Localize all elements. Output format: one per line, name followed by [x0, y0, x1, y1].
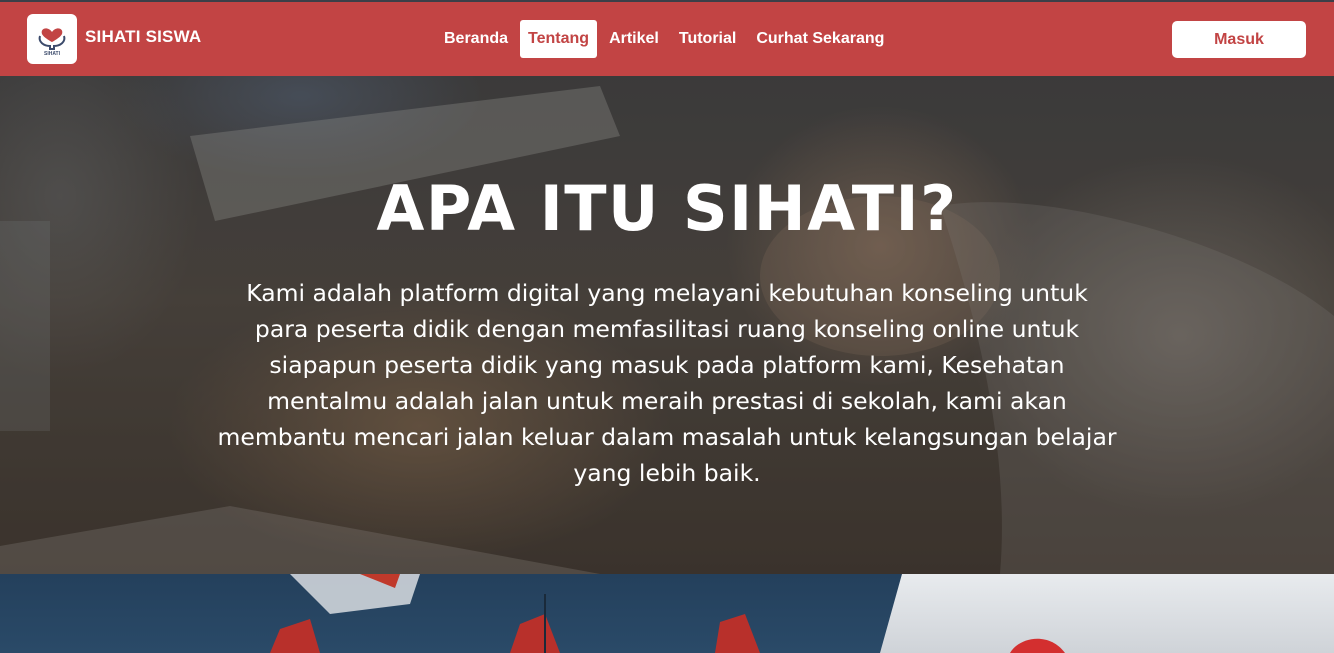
about-hero: APA ITU SIHATI? Kami adalah platform dig… — [0, 76, 1334, 574]
next-section-image — [0, 574, 1334, 653]
main-nav: Beranda Tentang Artikel Tutorial Curhat … — [436, 19, 896, 59]
login-button[interactable]: Masuk — [1172, 21, 1306, 58]
nav-item-tentang[interactable]: Tentang — [520, 20, 598, 58]
hero-description: Kami adalah platform digital yang melaya… — [217, 279, 1117, 487]
brand-name[interactable]: SIHATI SISWA — [85, 27, 201, 47]
red-cap-shape — [1010, 638, 1065, 653]
nav-item-tutorial[interactable]: Tutorial — [671, 20, 744, 58]
navbar: SIHATI SIHATI SISWA Beranda Tentang Arti… — [0, 0, 1334, 76]
nav-item-beranda[interactable]: Beranda — [436, 20, 516, 58]
hero-title: APA ITU SIHATI? — [376, 172, 958, 245]
site-logo[interactable]: SIHATI — [27, 14, 77, 64]
nav-item-curhat-sekarang[interactable]: Curhat Sekarang — [748, 20, 892, 58]
flag-image — [270, 574, 760, 653]
heart-hands-logo-icon: SIHATI — [38, 28, 66, 57]
logo-text: SIHATI — [44, 51, 61, 57]
students-image — [880, 574, 1334, 653]
nav-item-artikel[interactable]: Artikel — [601, 20, 667, 58]
